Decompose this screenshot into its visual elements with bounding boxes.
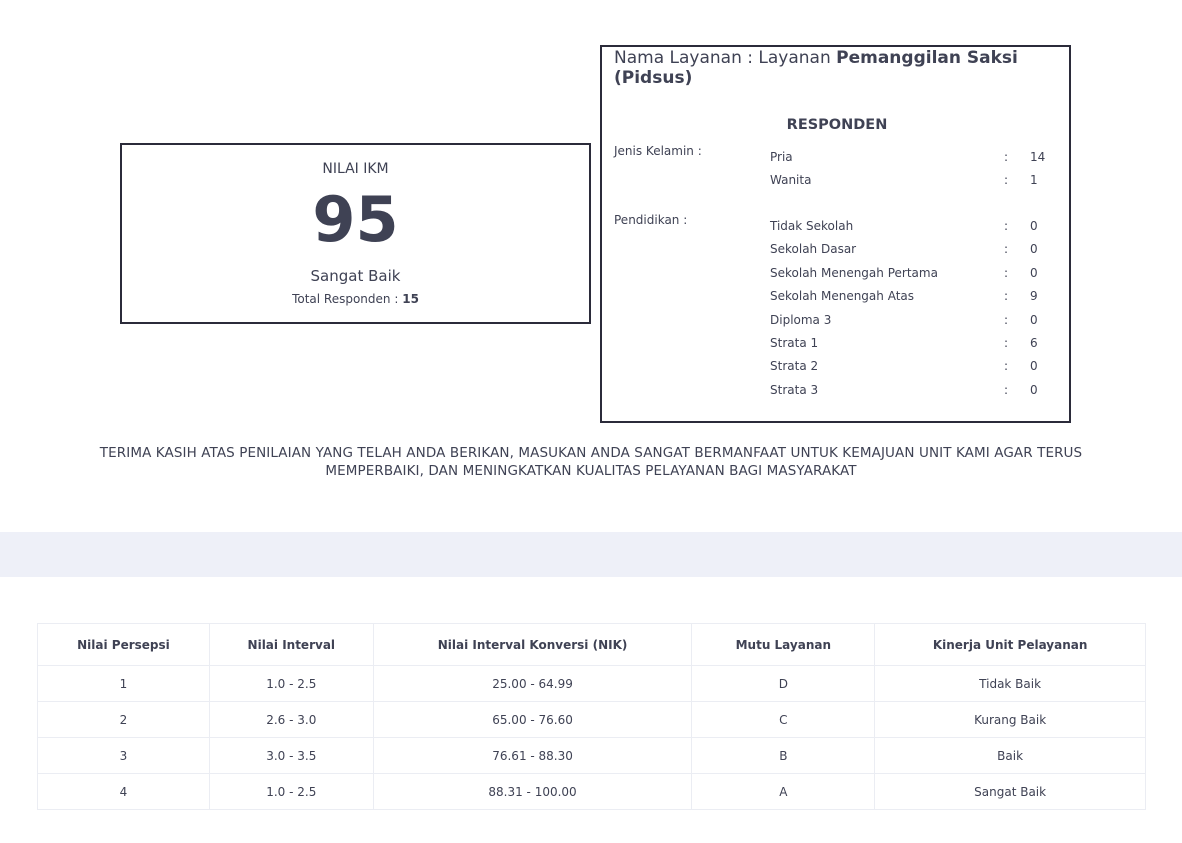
- table-cell: 3: [37, 737, 210, 774]
- gender-row-label: Pria: [770, 150, 793, 164]
- table-row: 2 2.6 - 3.0 65.00 - 76.60 C Kurang Baik: [37, 701, 1146, 738]
- education-row-label: Strata 1: [770, 336, 819, 350]
- gender-row-colon: :: [1004, 173, 1009, 187]
- header-mutu-layanan: Mutu Layanan: [691, 623, 876, 666]
- thank-you-message: TERIMA KASIH ATAS PENILAIAN YANG TELAH A…: [40, 444, 1142, 480]
- table-cell: 1.0 - 2.5: [208, 665, 374, 702]
- responden-heading: RESPONDEN: [786, 117, 888, 133]
- total-responden: Total Responden : 15: [122, 292, 589, 306]
- gender-row: Wanita : 1: [770, 173, 1060, 193]
- gender-row-value: 1: [1030, 173, 1038, 187]
- total-responden-label: Total Responden :: [292, 292, 399, 306]
- education-row: Diploma 3 : 0: [770, 313, 1060, 333]
- education-row-label: Diploma 3: [770, 313, 832, 327]
- education-row-label: Sekolah Dasar: [770, 242, 857, 256]
- education-row-label: Strata 3: [770, 383, 819, 397]
- education-row: Sekolah Menengah Pertama : 0: [770, 266, 1060, 286]
- table-cell: 76.61 - 88.30: [372, 737, 693, 774]
- education-label: Pendidikan :: [614, 213, 688, 227]
- education-row-value: 0: [1030, 359, 1038, 373]
- header-nik: Nilai Interval Konversi (NIK): [372, 623, 693, 666]
- education-row-value: 0: [1030, 383, 1038, 397]
- education-row-label: Tidak Sekolah: [770, 219, 854, 233]
- table-cell: Kurang Baik: [874, 701, 1146, 738]
- header-nilai-interval: Nilai Interval: [208, 623, 374, 666]
- education-row-colon: :: [1004, 313, 1009, 327]
- table-cell: D: [691, 665, 876, 702]
- education-row: Sekolah Dasar : 0: [770, 242, 1060, 262]
- education-row-label: Sekolah Menengah Atas: [770, 289, 914, 303]
- table-row: 1 1.0 - 2.5 25.00 - 64.99 D Tidak Baik: [37, 665, 1146, 702]
- education-row-label: Sekolah Menengah Pertama: [770, 266, 938, 280]
- table-cell: C: [691, 701, 876, 738]
- gender-row: Pria : 14: [770, 150, 1060, 170]
- education-row-colon: :: [1004, 266, 1009, 280]
- table-cell: 3.0 - 3.5: [208, 737, 374, 774]
- ikm-quality: Sangat Baik: [310, 267, 401, 285]
- education-row-colon: :: [1004, 242, 1009, 256]
- table-cell: 4: [37, 773, 210, 810]
- responden-box: Nama Layanan : Layanan Pemanggilan Saksi…: [600, 45, 1071, 423]
- thank-you-line: TERIMA KASIH ATAS PENILAIAN YANG TELAH A…: [99, 445, 1083, 461]
- education-row-colon: :: [1004, 359, 1009, 373]
- ikm-value: 95: [312, 183, 399, 256]
- education-row: Strata 2 : 0: [770, 359, 1060, 379]
- table-cell: Baik: [874, 737, 1146, 774]
- education-row-colon: :: [1004, 336, 1009, 350]
- education-row-value: 0: [1030, 219, 1038, 233]
- service-name: Nama Layanan : Layanan Pemanggilan Saksi…: [614, 48, 1054, 88]
- ikm-title: NILAI IKM: [322, 161, 389, 177]
- table-cell: 1: [37, 665, 210, 702]
- gender-row-label: Wanita: [770, 173, 812, 187]
- table-cell: 2.6 - 3.0: [208, 701, 374, 738]
- education-row-value: 0: [1030, 242, 1038, 256]
- table-cell: 25.00 - 64.99: [372, 665, 693, 702]
- table-row: 3 3.0 - 3.5 76.61 - 88.30 B Baik: [37, 737, 1146, 774]
- table-cell: 2: [37, 701, 210, 738]
- education-row: Strata 1 : 6: [770, 336, 1060, 356]
- education-row-colon: :: [1004, 289, 1009, 303]
- table-cell: 65.00 - 76.60: [372, 701, 693, 738]
- table-cell: B: [691, 737, 876, 774]
- service-name-prefix: Nama Layanan : Layanan: [614, 48, 831, 68]
- education-row-colon: :: [1004, 383, 1009, 397]
- education-row: Strata 3 : 0: [770, 383, 1060, 403]
- education-row-label: Strata 2: [770, 359, 819, 373]
- education-row-value: 9: [1030, 289, 1038, 303]
- header-nilai-persepsi: Nilai Persepsi: [37, 623, 210, 666]
- table-cell: Tidak Baik: [874, 665, 1146, 702]
- header-kinerja: Kinerja Unit Pelayanan: [874, 623, 1146, 666]
- table-cell: Sangat Baik: [874, 773, 1146, 810]
- gender-label: Jenis Kelamin :: [614, 144, 702, 158]
- education-row-value: 0: [1030, 313, 1038, 327]
- education-row-value: 6: [1030, 336, 1038, 350]
- ikm-score-box: NILAI IKM 95 Sangat Baik Total Responden…: [120, 143, 591, 324]
- section-divider: [0, 532, 1182, 577]
- table-cell: 88.31 - 100.00: [372, 773, 693, 810]
- education-row-value: 0: [1030, 266, 1038, 280]
- table-cell: 1.0 - 2.5: [208, 773, 374, 810]
- table-row: 4 1.0 - 2.5 88.31 - 100.00 A Sangat Baik: [37, 773, 1146, 810]
- table-cell: A: [691, 773, 876, 810]
- gender-row-colon: :: [1004, 150, 1009, 164]
- interval-table: Nilai Persepsi Nilai Interval Nilai Inte…: [37, 623, 1146, 810]
- thank-you-line: MEMPERBAIKI, DAN MENINGKATKAN KUALITAS P…: [325, 463, 857, 479]
- total-responden-value: 15: [402, 292, 419, 306]
- education-row: Sekolah Menengah Atas : 9: [770, 289, 1060, 309]
- gender-row-value: 14: [1030, 150, 1046, 164]
- table-header-row: Nilai Persepsi Nilai Interval Nilai Inte…: [37, 623, 1146, 666]
- education-row: Tidak Sekolah : 0: [770, 219, 1060, 239]
- education-row-colon: :: [1004, 219, 1009, 233]
